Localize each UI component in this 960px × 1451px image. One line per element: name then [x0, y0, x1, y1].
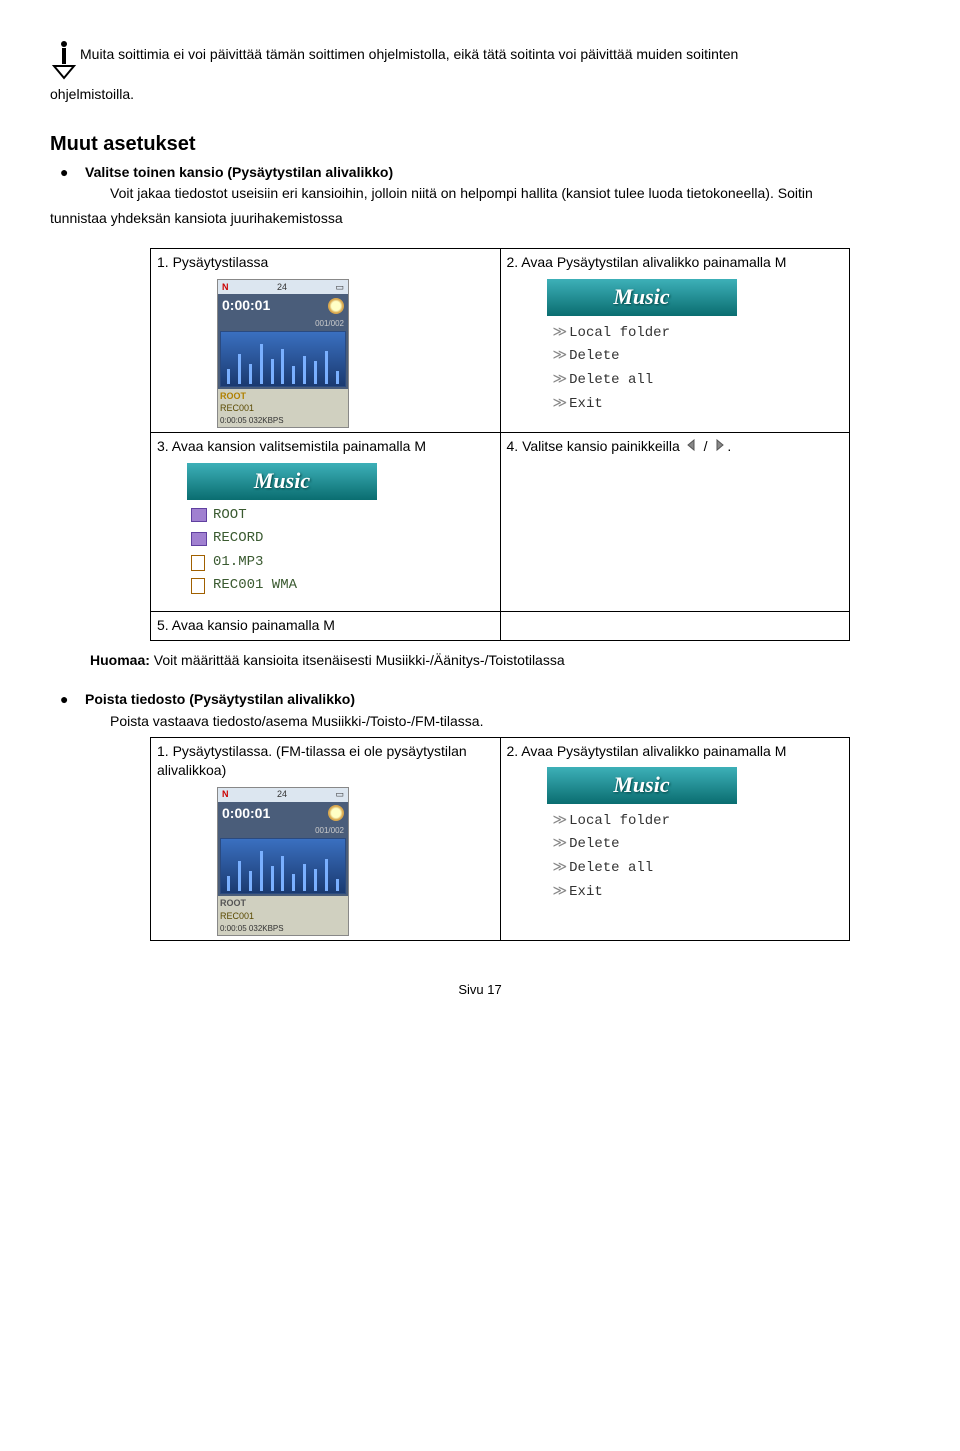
chevron-right-icon: ≫: [553, 396, 568, 412]
section1-para1: Voit jakaa tiedostot useisiin eri kansio…: [50, 184, 910, 204]
section1-para2: tunnistaa yhdeksän kansiota juurihakemis…: [50, 209, 910, 229]
player-counter-2: 001/002: [218, 825, 348, 836]
player-24: 24: [277, 281, 287, 294]
step3-text: 3. Avaa kansion valitsemistila painamall…: [157, 437, 494, 457]
player-root: ROOT: [220, 390, 346, 403]
menu-item-local: ≫Local folder: [553, 322, 737, 346]
note-line: Huomaa: Voit määrittää kansioita itsenäi…: [90, 651, 910, 671]
folder-item-root: ROOT: [187, 504, 377, 528]
note-text: Voit määrittää kansioita itsenäisesti Mu…: [150, 652, 565, 668]
music-submenu: Music ≫Local folder ≫Delete ≫Delete all …: [547, 279, 737, 422]
cell-2-1: 3. Avaa kansion valitsemistila painamall…: [151, 433, 501, 612]
music-submenu-2: Music ≫Local folder ≫Delete ≫Delete all …: [547, 767, 737, 910]
step1b-text: 1. Pysäytystilassa. (FM-tilassa ei ole p…: [157, 742, 494, 781]
bullet-valitse: ● Valitse toinen kansio (Pysäytystilan a…: [50, 163, 910, 183]
bullet-heading-valitse: Valitse toinen kansio (Pysäytystilan ali…: [85, 163, 393, 183]
menu-item-deleteall-2: ≫Delete all: [553, 857, 737, 881]
menu-item-exit: ≫Exit: [553, 393, 737, 417]
file-item-mp3: 01.MP3: [187, 551, 377, 575]
player-screenshot: N 24 ▭ 0:00:01 001/002 ROOT REC00: [217, 279, 349, 428]
cell2-1-1: 1. Pysäytystilassa. (FM-tilassa ei ole p…: [151, 737, 501, 940]
warning-block: Muita soittimia ei voi päivittää tämän s…: [50, 40, 910, 80]
player-root-2: ROOT: [220, 897, 346, 910]
music-header-2: Music: [187, 463, 377, 500]
player-time: 0:00:01: [222, 296, 270, 316]
step1-text: 1. Pysäytystilassa: [157, 253, 494, 273]
section-title-muut: Muut asetukset: [50, 130, 910, 158]
player-bitrate-2: 0:00:05 032KBPS: [220, 923, 346, 934]
file-icon: [191, 578, 205, 594]
prev-arrow-icon: [684, 438, 700, 458]
next-arrow-icon: [711, 438, 727, 458]
chevron-right-icon: ≫: [553, 884, 568, 900]
bullet-poista: ● Poista tiedosto (Pysäytystilan alivali…: [50, 690, 910, 710]
file-item-wma: REC001 WMA: [187, 574, 377, 598]
step4-text: 4. Valitse kansio painikkeilla / .: [507, 437, 844, 457]
player-24-2: 24: [277, 788, 287, 801]
exclamation-triangle-icon: [50, 40, 80, 80]
folder-list-menu: Music ROOT RECORD 01.MP3 REC001 WMA: [187, 463, 377, 602]
chevron-right-icon: ≫: [553, 813, 568, 829]
step2b-text: 2. Avaa Pysäytystilan alivalikko painama…: [507, 742, 844, 762]
folder-item-record: RECORD: [187, 527, 377, 551]
menu-item-local-2: ≫Local folder: [553, 810, 737, 834]
chevron-right-icon: ≫: [553, 348, 568, 364]
file-icon: [191, 555, 205, 571]
cell2-1-2: 2. Avaa Pysäytystilan alivalikko painama…: [500, 737, 850, 940]
chevron-right-icon: ≫: [553, 372, 568, 388]
table-row: 1. Pysäytystilassa N 24 ▭ 0:00:01 001/00…: [151, 249, 850, 433]
section2-para: Poista vastaava tiedosto/asema Musiikki-…: [50, 712, 910, 732]
page-footer: Sivu 17: [50, 981, 910, 999]
player-bitrate: 0:00:05 032KBPS: [220, 415, 346, 426]
player-rec-2: REC001: [220, 910, 346, 923]
table-row: 5. Avaa kansio painamalla M: [151, 612, 850, 641]
table-row: 1. Pysäytystilassa. (FM-tilassa ei ole p…: [151, 737, 850, 940]
menu-item-delete: ≫Delete: [553, 345, 737, 369]
warning-text-line1: Muita soittimia ei voi päivittää tämän s…: [80, 40, 738, 65]
steps-table-2: 1. Pysäytystilassa. (FM-tilassa ei ole p…: [150, 737, 850, 941]
bullet-dot-icon: ●: [50, 690, 85, 710]
step5-text: 5. Avaa kansio painamalla M: [157, 616, 494, 636]
bullet-dot-icon: ●: [50, 163, 85, 183]
music-header: Music: [547, 279, 737, 316]
disc-icon: [328, 298, 344, 314]
cell-1-1: 1. Pysäytystilassa N 24 ▭ 0:00:01 001/00…: [151, 249, 501, 433]
cell-2-2: 4. Valitse kansio painikkeilla / .: [500, 433, 850, 612]
music-header-3: Music: [547, 767, 737, 804]
player-rec: REC001: [220, 402, 346, 415]
player-n: N: [222, 281, 229, 294]
menu-item-deleteall: ≫Delete all: [553, 369, 737, 393]
chevron-right-icon: ≫: [553, 860, 568, 876]
cell-3-2: [500, 612, 850, 641]
folder-icon: [191, 508, 207, 522]
menu-item-exit-2: ≫Exit: [553, 881, 737, 905]
chevron-right-icon: ≫: [553, 325, 568, 341]
equalizer-icon: [220, 838, 346, 894]
chevron-right-icon: ≫: [553, 836, 568, 852]
player-screenshot-2: N 24 ▭ 0:00:01 001/002 ROOT REC00: [217, 787, 349, 936]
battery-icon: ▭: [335, 281, 344, 294]
bullet-heading-poista: Poista tiedosto (Pysäytystilan alivalikk…: [85, 690, 355, 710]
menu-item-delete-2: ≫Delete: [553, 833, 737, 857]
player-counter: 001/002: [218, 318, 348, 329]
equalizer-icon: [220, 331, 346, 387]
player-n-2: N: [222, 788, 229, 801]
note-label: Huomaa:: [90, 652, 150, 668]
step2-text: 2. Avaa Pysäytystilan alivalikko painama…: [507, 253, 844, 273]
warning-text-line2: ohjelmistoilla.: [50, 85, 910, 105]
folder-icon: [191, 532, 207, 546]
battery-icon: ▭: [335, 788, 344, 801]
player-time-2: 0:00:01: [222, 804, 270, 824]
disc-icon: [328, 805, 344, 821]
cell-3-1: 5. Avaa kansio painamalla M: [151, 612, 501, 641]
cell-1-2: 2. Avaa Pysäytystilan alivalikko painama…: [500, 249, 850, 433]
steps-table-1: 1. Pysäytystilassa N 24 ▭ 0:00:01 001/00…: [150, 248, 850, 640]
table-row: 3. Avaa kansion valitsemistila painamall…: [151, 433, 850, 612]
